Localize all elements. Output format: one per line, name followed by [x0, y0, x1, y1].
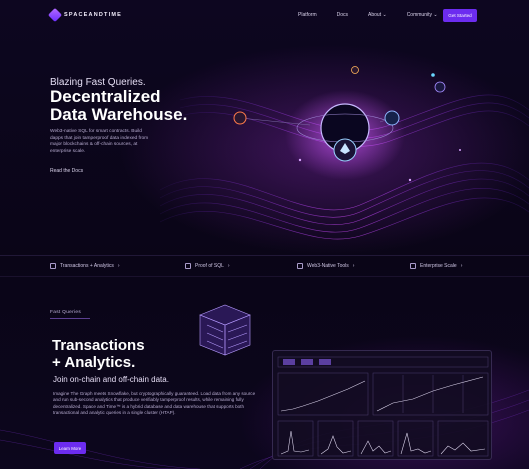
- proof-icon: [185, 263, 191, 269]
- nav-link-platform[interactable]: Platform: [298, 12, 317, 18]
- hero-network-graphic: [160, 66, 529, 240]
- section-description: Imagine The Graph meets Snowflake, but c…: [53, 391, 256, 416]
- feature-transactions[interactable]: Transactions + Analytics ›: [50, 263, 120, 269]
- bitcoin-node-icon[interactable]: [351, 66, 359, 74]
- feature-label: Proof of SQL: [195, 263, 224, 269]
- feature-enterprise-scale[interactable]: Enterprise Scale ›: [410, 263, 462, 269]
- read-docs-link[interactable]: Read the Docs: [50, 168, 83, 174]
- section-title-line-2: + Analytics.: [52, 354, 136, 371]
- hero-title-line-1: Decentralized: [50, 87, 161, 106]
- avalanche-node-icon[interactable]: [233, 111, 247, 125]
- chevron-right-icon: ›: [352, 263, 355, 269]
- nav-link-about[interactable]: About ⌄: [368, 12, 387, 18]
- section-tag-divider: [50, 318, 90, 319]
- feature-label: Enterprise Scale: [420, 263, 457, 269]
- nav-links: Platform Docs About ⌄ Community ⌄: [298, 12, 438, 18]
- chart-icon: [50, 263, 56, 269]
- page: SPACEANDTIME Platform Docs About ⌄ Commu…: [0, 0, 529, 469]
- dashboard-preview: [272, 350, 492, 460]
- section-subtitle: Join on-chain and off-chain data.: [53, 375, 169, 384]
- nav-link-community[interactable]: Community ⌄: [407, 12, 438, 18]
- scale-icon: [410, 263, 416, 269]
- logo[interactable]: SPACEANDTIME: [47, 7, 122, 23]
- chevron-right-icon: ›: [460, 263, 463, 269]
- section-title-line-1: Transactions: [52, 337, 145, 354]
- hero-title-line-2: Data Warehouse.: [50, 105, 188, 124]
- feature-label: Web3-Native Tools: [307, 263, 349, 269]
- section-tag: Fast Queries: [50, 310, 82, 315]
- dashboard-charts: [277, 356, 489, 457]
- logo-icon: [47, 7, 63, 23]
- chevron-right-icon: ›: [227, 263, 230, 269]
- tools-icon: [297, 263, 303, 269]
- feature-bar: Transactions + Analytics › Proof of SQL …: [0, 255, 529, 277]
- hero-title: Decentralized Data Warehouse.: [50, 88, 220, 124]
- feature-label: Transactions + Analytics: [60, 263, 114, 269]
- nav-link-docs[interactable]: Docs: [337, 12, 348, 18]
- logo-text: SPACEANDTIME: [64, 12, 122, 18]
- chainlink-node-icon[interactable]: [384, 110, 400, 126]
- feature-web3-tools[interactable]: Web3-Native Tools ›: [297, 263, 354, 269]
- top-nav: SPACEANDTIME Platform Docs About ⌄ Commu…: [0, 0, 529, 32]
- learn-more-button[interactable]: Learn More: [54, 442, 86, 454]
- chevron-right-icon: ›: [117, 263, 120, 269]
- section-title: Transactions + Analytics.: [52, 337, 222, 371]
- feature-proof-of-sql[interactable]: Proof of SQL ›: [185, 263, 230, 269]
- polygon-node-icon[interactable]: [434, 81, 446, 93]
- get-started-button[interactable]: Get Started: [443, 9, 477, 22]
- hero-description: Web3-native SQL for smart contracts. Bui…: [50, 129, 149, 154]
